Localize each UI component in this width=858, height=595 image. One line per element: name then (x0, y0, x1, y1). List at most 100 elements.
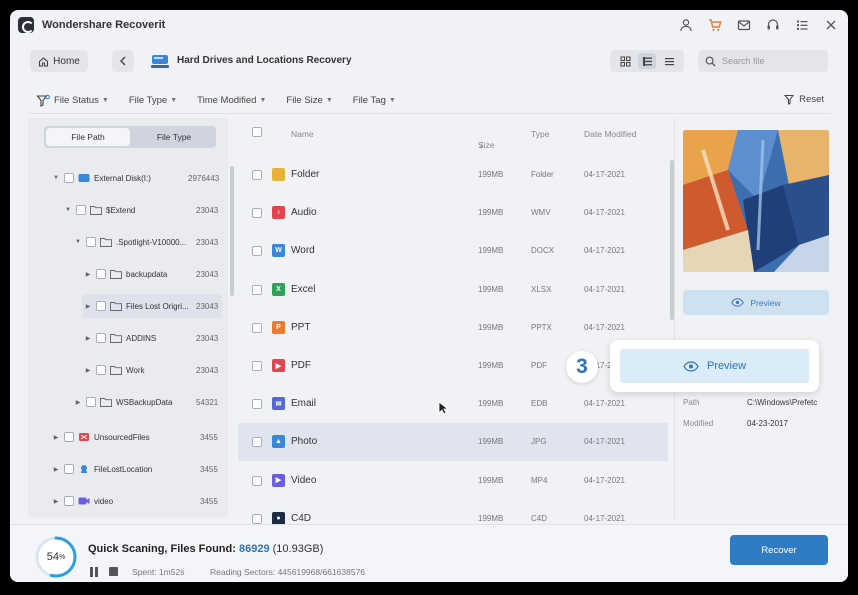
headset-icon[interactable] (764, 16, 782, 34)
filter-file-type[interactable]: File Type ▼ (129, 95, 177, 106)
filter-file-status[interactable]: File Status ▼ (54, 95, 109, 106)
expand-arrow-icon[interactable]: ▶ (84, 303, 92, 310)
tree-item-addins[interactable]: ▶ ADDINS (84, 326, 214, 350)
row-checkbox[interactable] (252, 246, 262, 257)
file-type: Folder (531, 170, 554, 179)
step-badge: 3 (566, 351, 598, 383)
filter-icon[interactable] (36, 94, 50, 108)
select-all-checkbox[interactable] (252, 127, 262, 137)
tree-checkbox[interactable] (64, 496, 74, 506)
tree-checkbox[interactable] (64, 173, 74, 183)
file-size: 199MB (478, 361, 504, 370)
filter-file-tag[interactable]: File Tag ▼ (353, 95, 396, 106)
tree-checkbox[interactable] (86, 397, 96, 407)
column-type[interactable]: Type (531, 129, 549, 139)
row-checkbox[interactable] (252, 475, 262, 486)
row-checkbox[interactable] (252, 399, 262, 410)
tree-item-label: External Disk(I:) (94, 173, 151, 183)
table-row[interactable]: ▲ Photo 199MB JPG 04-17-2021 (238, 423, 668, 462)
stop-icon[interactable] (109, 567, 118, 576)
callout-preview-button[interactable]: Preview (620, 349, 809, 383)
row-checkbox[interactable] (252, 284, 262, 295)
filter-file-size[interactable]: File Size ▼ (286, 95, 332, 106)
tree-checkbox[interactable] (96, 269, 106, 279)
pause-icon[interactable] (90, 567, 100, 577)
row-checkbox[interactable] (252, 170, 262, 180)
file-size: 199MB (478, 322, 504, 332)
preview-panel: Preview Path C:\Windows\Prefetc Modified… (674, 118, 838, 518)
expand-arrow-icon[interactable]: ▶ (74, 399, 82, 406)
tree-item-extend[interactable]: ▼ $Extend (64, 198, 214, 222)
home-button[interactable]: Home (30, 50, 88, 72)
tree-item-file-lost-location[interactable]: ▶ FileLostLocation (52, 457, 212, 481)
table-row[interactable]: ▶ Video 199MB MP4 04-17-2021 (238, 462, 668, 500)
tree-checkbox[interactable] (86, 237, 96, 247)
expand-arrow-icon[interactable]: ▶ (84, 367, 92, 374)
list-view-icon[interactable] (660, 53, 678, 69)
mail-icon[interactable] (735, 16, 753, 34)
back-button[interactable] (112, 50, 134, 72)
tree-item-video[interactable]: ▶ video (52, 489, 212, 513)
tree-checkbox[interactable] (96, 301, 106, 311)
chevron-left-icon (120, 56, 126, 66)
tab-file-path[interactable]: File Path (46, 128, 130, 146)
table-row[interactable]: W Word 199MB DOCX 04-17-2021 (238, 232, 668, 270)
file-date: 04-17-2021 (584, 475, 625, 485)
table-row[interactable]: ♪ Audio 199MB WMV 04-17-2021 (238, 194, 668, 232)
tree-scrollbar[interactable] (230, 166, 234, 296)
preview-button[interactable]: Preview (683, 290, 829, 315)
table-row[interactable]: Folder 199MB Folder 04-17-2021 (238, 156, 668, 194)
tree-item-work[interactable]: ▶ Work (84, 358, 214, 382)
expand-arrow-icon[interactable]: ▶ (52, 498, 60, 505)
tree-item-wsbackupdata[interactable]: ▶ WSBackupData (74, 390, 214, 414)
expand-arrow-icon[interactable]: ▼ (74, 239, 82, 245)
path-value: C:\Windows\Prefetc (747, 398, 818, 407)
tree-item-spotlight[interactable]: ▼ .Spotlight-V10000... (74, 230, 214, 254)
expand-arrow-icon[interactable]: ▶ (52, 434, 60, 441)
tree-item-count: 54321 (196, 398, 219, 407)
close-icon[interactable] (822, 16, 840, 34)
file-type: EDB (531, 399, 548, 409)
tree-checkbox[interactable] (96, 365, 106, 375)
row-checkbox[interactable] (252, 208, 262, 219)
expand-arrow-icon[interactable]: ▶ (52, 466, 60, 473)
reset-button[interactable]: Reset (784, 94, 824, 105)
folder-icon (100, 238, 112, 247)
search-icon (705, 56, 716, 66)
file-size: 199MB (478, 284, 504, 294)
table-row[interactable]: P PPT 199MB PPTX 04-17-2021 (238, 309, 668, 347)
user-icon[interactable] (677, 16, 695, 34)
tab-file-type[interactable]: File Type (132, 126, 216, 148)
row-checkbox[interactable] (252, 322, 262, 333)
search-input[interactable] (722, 56, 817, 66)
tree-checkbox[interactable] (76, 205, 86, 215)
table-row[interactable]: ✉ Email 199MB EDB 04-17-2021 (238, 385, 668, 423)
row-checkbox[interactable] (252, 437, 262, 448)
table-row[interactable]: ▶ PDF 199MB PDF 04-17-2021 (238, 347, 668, 385)
expand-arrow-icon[interactable]: ▼ (64, 207, 72, 213)
detail-view-icon[interactable] (638, 53, 656, 69)
expand-arrow-icon[interactable]: ▶ (84, 271, 92, 278)
menu-icon[interactable] (793, 16, 811, 34)
row-checkbox[interactable] (252, 513, 262, 524)
expand-arrow-icon[interactable]: ▼ (52, 175, 60, 181)
grid-view-icon[interactable] (616, 53, 634, 69)
tree-checkbox[interactable] (64, 432, 74, 442)
cart-icon[interactable] (706, 16, 724, 34)
column-date-modified[interactable]: Date Modified (584, 129, 636, 139)
recover-button[interactable]: Recover (730, 535, 828, 565)
tree-checkbox[interactable] (64, 464, 74, 474)
file-type-icon: ● (272, 511, 285, 525)
folder-icon (110, 334, 122, 343)
table-row[interactable]: X Excel 199MB XLSX 04-17-2021 (238, 271, 668, 309)
expand-arrow-icon[interactable]: ▶ (84, 335, 92, 342)
column-name[interactable]: Name (291, 129, 314, 139)
chevron-down-icon: ▼ (170, 97, 178, 104)
row-checkbox[interactable] (252, 361, 262, 371)
home-icon (39, 56, 49, 67)
filter-time-modified[interactable]: Time Modified ▼ (197, 95, 266, 106)
file-size: 199MB (478, 475, 504, 485)
tree-checkbox[interactable] (96, 333, 106, 343)
tree-item-unsourced-files[interactable]: ▶ UnsourcedFiles (52, 425, 212, 449)
tree-item-backupdata[interactable]: ▶ backupdata (84, 262, 214, 286)
